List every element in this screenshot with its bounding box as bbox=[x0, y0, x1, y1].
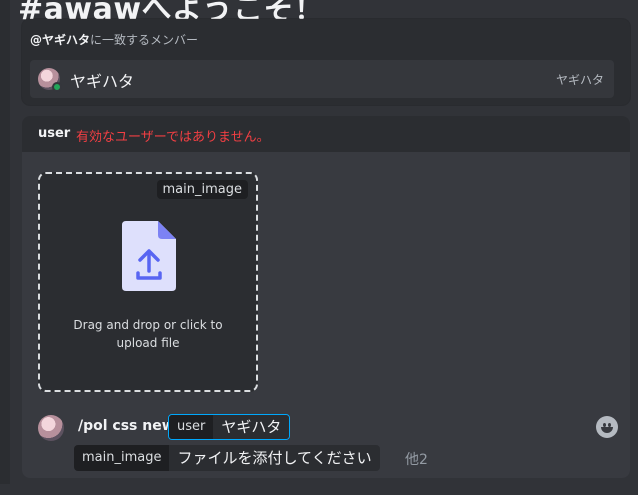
option-pill-value[interactable]: ファイルを添付してください bbox=[169, 445, 380, 471]
slash-command-name: /pol css new bbox=[78, 418, 175, 434]
file-dropzone[interactable]: main_image Drag and drop or click to upl… bbox=[38, 172, 258, 392]
option-pill-main-image[interactable]: main_image ファイルを添付してください bbox=[74, 445, 380, 471]
option-pill-name: main_image bbox=[74, 445, 170, 471]
mention-header-suffix: に一致するメンバー bbox=[90, 33, 199, 47]
option-pill-name: user bbox=[169, 415, 214, 439]
online-status-icon bbox=[52, 82, 62, 92]
mention-query: @ヤギハタ bbox=[30, 33, 91, 47]
file-upload-icon bbox=[122, 221, 176, 291]
mention-result-row[interactable]: ヤギハタ ヤギハタ bbox=[30, 60, 614, 98]
bottom-strip bbox=[0, 484, 638, 495]
dropzone-text-line2: upload file bbox=[116, 336, 180, 350]
mention-autocomplete: @ヤギハタに一致するメンバー ヤギハタ ヤギハタ bbox=[22, 19, 630, 105]
dropzone-option-tag: main_image bbox=[156, 180, 248, 199]
composer-avatar bbox=[38, 415, 64, 441]
command-options-panel: user 有効なユーザーではありません。 main_image Drag and… bbox=[22, 116, 630, 478]
member-username: ヤギハタ bbox=[555, 73, 604, 87]
dropzone-text-line1: Drag and drop or click to bbox=[73, 318, 223, 332]
emoji-mouth bbox=[601, 427, 613, 433]
mention-header: @ヤギハタに一致するメンバー bbox=[30, 31, 198, 48]
error-option-name: user bbox=[38, 126, 71, 141]
option-pill-value[interactable]: ヤギハタ bbox=[213, 415, 290, 439]
discord-window: #awawへようこそ！ @ヤギハタに一致するメンバー ヤギハタ ヤギハタ use… bbox=[0, 0, 638, 495]
emoji-smile-icon[interactable] bbox=[596, 416, 618, 438]
option-pill-user[interactable]: user ヤギハタ bbox=[168, 414, 291, 440]
option-error-bar: user 有効なユーザーではありません。 bbox=[22, 116, 630, 152]
member-display-name: ヤギハタ bbox=[70, 72, 135, 91]
error-message: 有効なユーザーではありません。 bbox=[76, 130, 270, 145]
more-options-count[interactable]: 他2 bbox=[405, 449, 428, 469]
dropzone-instructions: Drag and drop or click to upload file bbox=[40, 316, 256, 352]
left-gutter bbox=[0, 0, 10, 495]
